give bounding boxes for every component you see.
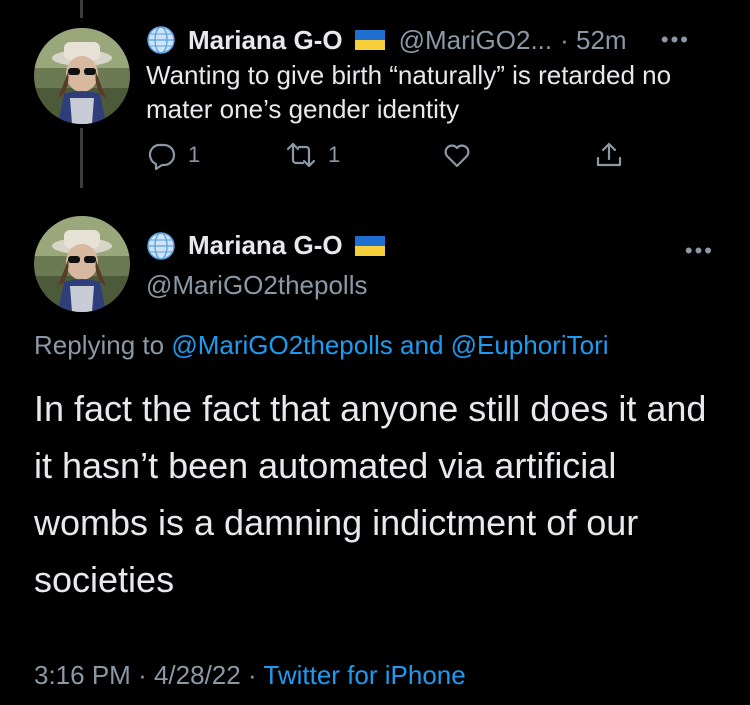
replying-to: Replying to @MariGO2thepolls and @Euphor… <box>34 330 609 361</box>
display-name[interactable]: Mariana G-O <box>188 25 343 56</box>
avatar[interactable] <box>34 216 130 312</box>
replying-prefix: Replying to <box>34 330 172 360</box>
name-row: Mariana G-O <box>146 230 399 261</box>
avatar[interactable] <box>34 28 130 124</box>
globe-icon <box>147 231 175 260</box>
share-icon <box>596 142 622 167</box>
tweet-actions: 1 1 <box>146 140 636 178</box>
handle[interactable]: @MariGO2thepolls <box>146 270 367 301</box>
thread-line-top <box>80 0 83 18</box>
meta-separator: · <box>247 660 257 690</box>
display-name[interactable]: Mariana G-O <box>188 230 343 261</box>
reply-icon <box>148 143 176 170</box>
ukraine-flag-icon <box>354 235 385 256</box>
tweet-source[interactable]: Twitter for iPhone <box>263 660 465 690</box>
meta-separator: · <box>138 660 147 690</box>
reply-mention-2[interactable]: @EuphoriTori <box>451 330 609 360</box>
reply-and: and <box>392 330 451 360</box>
tweet-text: In fact the fact that anyone still does … <box>34 388 707 600</box>
like-button[interactable] <box>442 140 472 170</box>
handle[interactable]: @MariGO2... <box>399 25 553 56</box>
reply-count: 1 <box>188 142 201 167</box>
share-button[interactable] <box>594 140 624 170</box>
tweet-date[interactable]: 4/28/22 <box>154 660 241 690</box>
retweet-button[interactable]: 1 <box>286 140 340 170</box>
ukraine-flag-icon <box>354 30 385 50</box>
tweet-text: Wanting to give birth “naturally” is ret… <box>146 60 672 124</box>
retweet-icon <box>286 142 316 168</box>
reply-button[interactable]: 1 <box>146 140 200 170</box>
like-icon <box>444 144 470 168</box>
globe-icon <box>147 26 175 54</box>
more-icon[interactable]: ••• <box>661 27 690 53</box>
timestamp[interactable]: · 52m <box>560 25 626 56</box>
tweet-header: Mariana G-O @MariGO2... · 52m ••• <box>146 20 726 60</box>
thread-line <box>80 128 83 188</box>
retweet-count: 1 <box>328 142 341 167</box>
tweet-meta: 3:16 PM · 4/28/22 · Twitter for iPhone <box>34 660 466 691</box>
reply-mention-1[interactable]: @MariGO2thepolls <box>171 330 392 360</box>
more-icon[interactable]: ••• <box>685 238 714 264</box>
tweet-time[interactable]: 3:16 PM <box>34 660 131 690</box>
